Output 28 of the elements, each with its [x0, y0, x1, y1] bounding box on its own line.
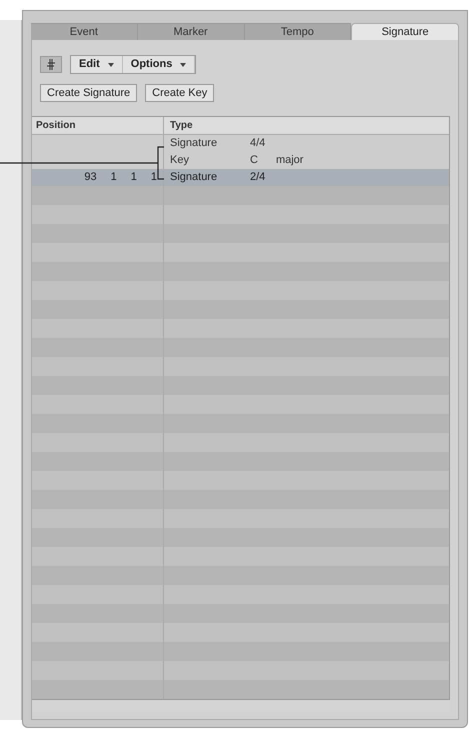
table-row[interactable]: 93 1 1 1 Signature 2/4 — [32, 169, 449, 186]
type-cell-text: Key — [169, 153, 190, 168]
tab[interactable]: Tempo — [244, 22, 352, 40]
value-cell-text: major — [276, 153, 304, 168]
tab[interactable]: Event — [31, 22, 138, 40]
menu-button[interactable]: Edit — [71, 56, 123, 74]
position-cell-text: 1 — [130, 170, 137, 186]
column-header[interactable]: Type — [164, 117, 193, 134]
table-row[interactable]: Signature 4/4 — [32, 135, 449, 152]
create-button[interactable]: Create Signature — [40, 84, 138, 102]
value-cell-text: 2/4 — [250, 170, 266, 186]
value-cell-text: C — [250, 153, 258, 168]
type-cell-text: Signature — [169, 136, 218, 152]
position-cell-text: 1 — [150, 170, 157, 186]
type-cell-text: Signature — [169, 170, 218, 186]
tab[interactable]: Signature — [351, 22, 459, 40]
table-row[interactable]: Key C major — [32, 152, 449, 170]
caret-icon — [180, 62, 186, 67]
column-header[interactable]: Position — [32, 117, 164, 134]
menu-button[interactable]: Options — [122, 56, 196, 74]
sharp-icon — [47, 59, 55, 70]
position-cell-text: 1 — [110, 170, 117, 186]
create-button[interactable]: Create Key — [145, 84, 214, 102]
value-cell-text: 4/4 — [250, 136, 266, 152]
caret-icon — [108, 62, 114, 67]
tab[interactable]: Marker — [138, 22, 244, 40]
sharp-toggle-button[interactable] — [40, 56, 62, 74]
position-cell-text: 93 — [84, 170, 97, 186]
